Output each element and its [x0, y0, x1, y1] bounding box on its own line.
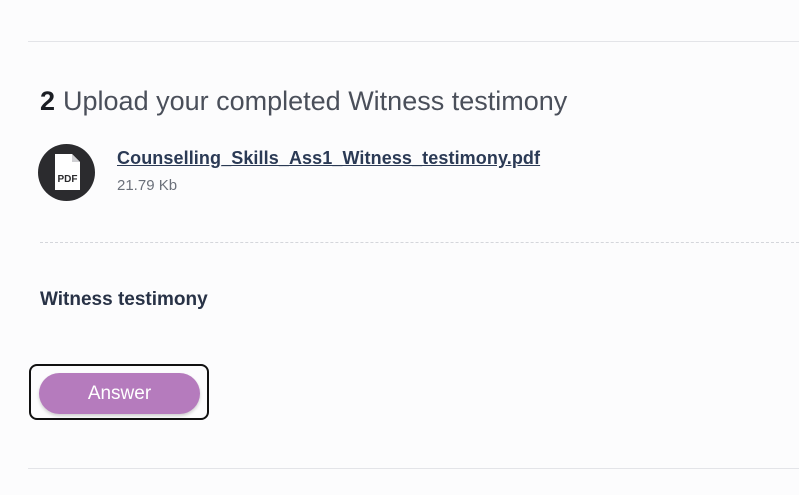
step-number: 2 [40, 86, 56, 116]
answer-button[interactable]: Answer [39, 373, 200, 414]
upload-step-panel: 2 Upload your completed Witness testimony… [0, 0, 799, 495]
question-label: Witness testimony [40, 289, 208, 310]
attachment-size: 21.79 Kb [117, 177, 178, 194]
attachment-row: PDF Counselling_Skills_Ass1_Witness_test… [38, 144, 540, 201]
pdf-icon-label: PDF [58, 174, 78, 185]
dashed-divider [40, 242, 799, 243]
section-divider-top [28, 41, 799, 42]
section-divider-bottom [28, 468, 799, 469]
pdf-file-icon[interactable]: PDF [38, 144, 95, 201]
step-heading: 2 Upload your completed Witness testimony [40, 84, 567, 118]
attachment-meta: Counselling_Skills_Ass1_Witness_testimon… [117, 144, 540, 194]
attachment-filename-link[interactable]: Counselling_Skills_Ass1_Witness_testimon… [117, 147, 540, 169]
step-title: Upload your completed Witness testimony [63, 86, 568, 116]
